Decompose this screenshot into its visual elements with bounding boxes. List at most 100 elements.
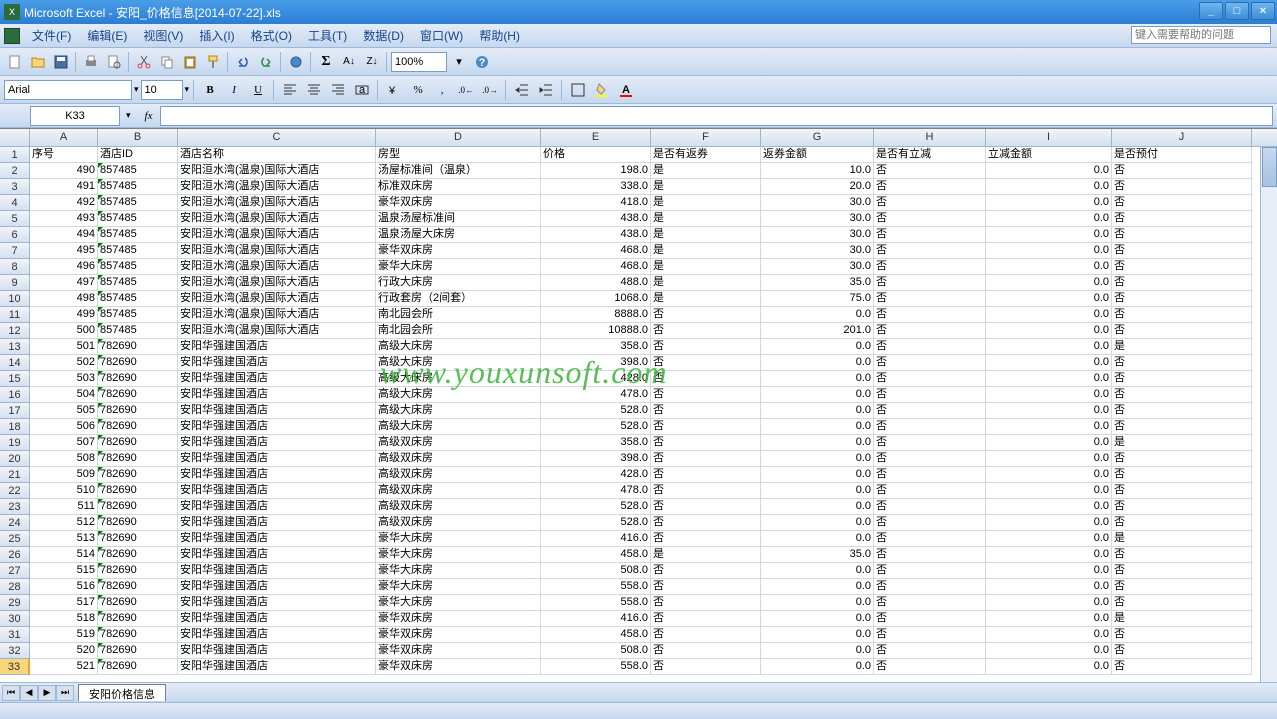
cell[interactable]: 否 <box>874 419 986 435</box>
cell[interactable]: 558.0 <box>541 659 651 675</box>
cell[interactable]: 高级双床房 <box>376 467 541 483</box>
cell[interactable]: 否 <box>874 595 986 611</box>
cell[interactable]: 是 <box>651 179 761 195</box>
cell[interactable]: 否 <box>651 435 761 451</box>
cell[interactable]: 豪华双床房 <box>376 627 541 643</box>
row-header-12[interactable]: 12 <box>0 323 30 339</box>
cell[interactable]: 493 <box>30 211 98 227</box>
cell[interactable]: 857485 <box>98 291 178 307</box>
zoom-dropdown[interactable]: ▾ <box>448 51 470 73</box>
cell[interactable]: 高级大床房 <box>376 371 541 387</box>
cell[interactable]: 高级大床房 <box>376 355 541 371</box>
row-header-11[interactable]: 11 <box>0 307 30 323</box>
row-header-13[interactable]: 13 <box>0 339 30 355</box>
cell[interactable]: 1068.0 <box>541 291 651 307</box>
col-header-G[interactable]: G <box>761 129 874 147</box>
header-cell[interactable]: 价格 <box>541 147 651 163</box>
cell[interactable]: 782690 <box>98 563 178 579</box>
cell[interactable]: 10888.0 <box>541 323 651 339</box>
menu-file[interactable]: 文件(F) <box>24 25 79 46</box>
col-header-H[interactable]: H <box>874 129 986 147</box>
sort-asc-button[interactable]: A↓ <box>338 51 360 73</box>
cell[interactable]: 否 <box>1112 643 1252 659</box>
cell[interactable]: 行政套房（2间套） <box>376 291 541 307</box>
cell[interactable]: 75.0 <box>761 291 874 307</box>
cell[interactable]: 782690 <box>98 531 178 547</box>
row-header-1[interactable]: 1 <box>0 147 30 163</box>
cell[interactable]: 否 <box>1112 371 1252 387</box>
cell[interactable]: 198.0 <box>541 163 651 179</box>
cell[interactable]: 否 <box>1112 467 1252 483</box>
cell[interactable]: 0.0 <box>761 659 874 675</box>
col-header-C[interactable]: C <box>178 129 376 147</box>
cell[interactable]: 否 <box>651 659 761 675</box>
align-left-button[interactable] <box>279 79 301 101</box>
cell[interactable]: 否 <box>874 659 986 675</box>
cell[interactable]: 豪华大床房 <box>376 259 541 275</box>
row-header-15[interactable]: 15 <box>0 371 30 387</box>
cell[interactable]: 516 <box>30 579 98 595</box>
cell[interactable]: 0.0 <box>986 643 1112 659</box>
cell[interactable]: 558.0 <box>541 579 651 595</box>
cell[interactable]: 338.0 <box>541 179 651 195</box>
cell[interactable]: 0.0 <box>761 563 874 579</box>
minimize-button[interactable]: _ <box>1199 2 1223 20</box>
cell[interactable]: 782690 <box>98 403 178 419</box>
cell[interactable]: 否 <box>651 323 761 339</box>
cell[interactable]: 否 <box>1112 515 1252 531</box>
cell[interactable]: 汤屋标准间（温泉） <box>376 163 541 179</box>
cell[interactable]: 0.0 <box>761 515 874 531</box>
cell[interactable]: 是 <box>1112 611 1252 627</box>
cell[interactable]: 782690 <box>98 515 178 531</box>
cell[interactable]: 否 <box>651 307 761 323</box>
cell[interactable]: 安阳华强建国酒店 <box>178 611 376 627</box>
cell[interactable]: 494 <box>30 227 98 243</box>
row-header-28[interactable]: 28 <box>0 579 30 595</box>
cell[interactable]: 201.0 <box>761 323 874 339</box>
cell[interactable]: 0.0 <box>761 435 874 451</box>
cell[interactable]: 488.0 <box>541 275 651 291</box>
borders-button[interactable] <box>567 79 589 101</box>
cell[interactable]: 安阳洹水湾(温泉)国际大酒店 <box>178 179 376 195</box>
cell[interactable]: 782690 <box>98 643 178 659</box>
cell[interactable]: 安阳华强建国酒店 <box>178 547 376 563</box>
cell[interactable]: 519 <box>30 627 98 643</box>
cell[interactable]: 0.0 <box>761 643 874 659</box>
cell[interactable]: 否 <box>651 643 761 659</box>
cell[interactable]: 否 <box>874 179 986 195</box>
cell[interactable]: 否 <box>1112 387 1252 403</box>
cell[interactable]: 否 <box>651 531 761 547</box>
cell[interactable]: 358.0 <box>541 435 651 451</box>
cell[interactable]: 528.0 <box>541 419 651 435</box>
cell[interactable]: 安阳华强建国酒店 <box>178 467 376 483</box>
cell[interactable]: 否 <box>874 339 986 355</box>
row-header-14[interactable]: 14 <box>0 355 30 371</box>
cell[interactable]: 高级双床房 <box>376 435 541 451</box>
cell[interactable]: 豪华双床房 <box>376 195 541 211</box>
cell[interactable]: 0.0 <box>761 595 874 611</box>
cell[interactable]: 30.0 <box>761 243 874 259</box>
col-header-D[interactable]: D <box>376 129 541 147</box>
cell[interactable]: 否 <box>874 163 986 179</box>
cell[interactable]: 782690 <box>98 483 178 499</box>
cell[interactable]: 0.0 <box>761 403 874 419</box>
col-header-F[interactable]: F <box>651 129 761 147</box>
cell[interactable]: 否 <box>874 355 986 371</box>
cell[interactable]: 安阳华强建国酒店 <box>178 627 376 643</box>
row-header-21[interactable]: 21 <box>0 467 30 483</box>
cell[interactable]: 512 <box>30 515 98 531</box>
cell[interactable]: 否 <box>874 627 986 643</box>
cell[interactable]: 安阳华强建国酒店 <box>178 419 376 435</box>
cell[interactable]: 857485 <box>98 211 178 227</box>
row-header-5[interactable]: 5 <box>0 211 30 227</box>
cell[interactable]: 安阳华强建国酒店 <box>178 659 376 675</box>
header-cell[interactable]: 酒店名称 <box>178 147 376 163</box>
cell[interactable]: 否 <box>874 307 986 323</box>
cell[interactable]: 0.0 <box>986 531 1112 547</box>
cell[interactable]: 0.0 <box>761 579 874 595</box>
cell[interactable]: 0.0 <box>761 467 874 483</box>
cell[interactable]: 507 <box>30 435 98 451</box>
cell[interactable]: 否 <box>651 387 761 403</box>
cell[interactable]: 否 <box>651 515 761 531</box>
comma-button[interactable]: , <box>431 79 453 101</box>
